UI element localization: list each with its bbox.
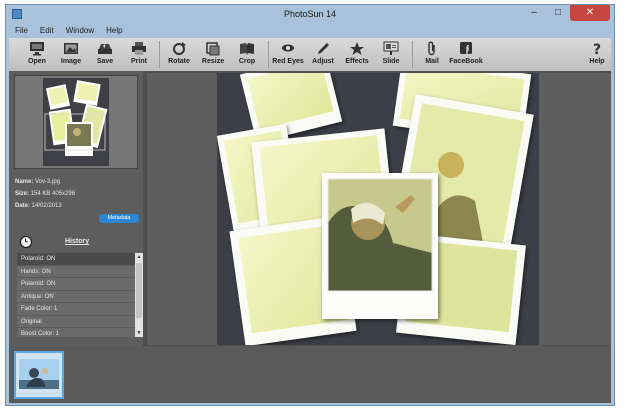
image-canvas[interactable] <box>147 53 611 347</box>
info-date-row: Date: 14/02/2013 <box>15 203 62 209</box>
resize-label: Resize <box>201 58 225 65</box>
save-tray-icon <box>98 44 112 54</box>
menu-bar: File Edit Window Help <box>9 24 611 38</box>
adjust-button[interactable]: Adjust <box>305 40 341 70</box>
menu-edit[interactable]: Edit <box>34 24 60 38</box>
close-button[interactable]: ✕ <box>570 5 610 21</box>
app-icon <box>12 9 22 19</box>
help-button[interactable]: ? Help <box>579 40 615 70</box>
resize-icon <box>206 42 220 56</box>
crop-book-icon <box>240 43 254 55</box>
slide-label: Slide <box>382 58 400 65</box>
red-eyes-label: Red Eyes <box>272 58 304 65</box>
scroll-down-arrow-icon[interactable]: ▼ <box>135 329 143 337</box>
mail-label: Mail <box>425 58 439 65</box>
history-title: History <box>65 238 90 245</box>
history-header: History <box>9 235 143 251</box>
facebook-button[interactable]: FaceBook <box>448 40 484 70</box>
star-icon <box>350 42 364 55</box>
slideshow-icon <box>383 41 399 55</box>
navigator-preview-image <box>43 78 109 166</box>
navigator-thumbnail[interactable] <box>14 75 138 169</box>
crop-label: Crop <box>238 58 256 65</box>
save-label: Save <box>96 58 114 65</box>
toolbar-separator <box>268 41 269 68</box>
effects-label: Effects <box>345 58 369 65</box>
menu-window[interactable]: Window <box>60 24 100 38</box>
window-title: PhotoSun 14 <box>283 9 337 19</box>
monitor-icon <box>30 42 44 56</box>
red-eyes-button[interactable]: Red Eyes <box>270 40 306 70</box>
main-content: Name: Vov-3.jpg Size: 154 KB 405x296 Dat… <box>9 53 611 347</box>
history-item[interactable]: Hands: ON <box>17 266 135 278</box>
history-clock-icon <box>20 236 32 248</box>
slide-button[interactable]: Slide <box>373 40 409 70</box>
image-label: Image <box>60 58 82 65</box>
app-window: PhotoSun 14 – □ ✕ File Edit Window Help … <box>5 4 615 406</box>
history-item[interactable]: Fade Color: 1 <box>17 303 135 316</box>
save-button[interactable]: Save <box>87 40 123 70</box>
file-name-value: Vov-3.jpg <box>35 179 61 185</box>
menu-file[interactable]: File <box>9 24 34 38</box>
open-label: Open <box>28 58 46 65</box>
file-date-value: 14/02/2013 <box>31 203 62 209</box>
image-button[interactable]: Image <box>53 40 89 70</box>
facebook-label: FaceBook <box>449 58 483 65</box>
svg-text:?: ? <box>593 42 601 56</box>
adjust-label: Adjust <box>312 58 334 65</box>
open-button[interactable]: Open <box>19 40 55 70</box>
print-label: Print <box>131 58 147 65</box>
resize-button[interactable]: Resize <box>195 40 231 70</box>
history-item[interactable]: Polaroid: ON <box>17 253 135 266</box>
printer-icon <box>132 42 146 55</box>
eye-icon <box>282 44 294 52</box>
size-label: Size: <box>15 191 30 197</box>
history-item[interactable]: Original <box>17 316 135 328</box>
toolbar-separator <box>159 41 160 68</box>
toolbar: Open Image Save Print Rotate Resize Crop <box>9 38 611 72</box>
file-size-value: 154 KB 405x296 <box>30 191 76 197</box>
rotate-icon <box>173 42 186 55</box>
pencil-icon <box>318 43 329 54</box>
paperclip-icon <box>428 41 435 56</box>
facebook-icon <box>460 42 472 54</box>
history-list: Polaroid: ON Hands: ON Polaroid: ON Anti… <box>17 253 135 337</box>
filmstrip-thumbnail[interactable] <box>14 351 64 399</box>
crop-button[interactable]: Crop <box>229 40 265 70</box>
left-panel: Name: Vov-3.jpg Size: 154 KB 405x296 Dat… <box>9 71 143 346</box>
scrollbar-thumb[interactable] <box>136 263 142 318</box>
info-name-row: Name: Vov-3.jpg <box>15 179 60 185</box>
menu-help[interactable]: Help <box>100 24 128 38</box>
history-scrollbar[interactable]: ▲ ▼ <box>135 253 143 337</box>
scroll-up-arrow-icon[interactable]: ▲ <box>135 253 143 261</box>
minimize-button[interactable]: – <box>522 5 546 21</box>
info-size-row: Size: 154 KB 405x296 <box>15 191 75 197</box>
help-label: Help <box>589 58 605 65</box>
metadata-button[interactable]: Metadata <box>99 214 139 223</box>
toolbar-separator <box>412 41 413 68</box>
name-label: Name: <box>15 179 34 185</box>
window-controls: – □ ✕ <box>522 5 610 21</box>
mail-button[interactable]: Mail <box>414 40 450 70</box>
filmstrip-thumbnail-image <box>19 359 59 389</box>
title-bar: PhotoSun 14 – □ ✕ <box>6 5 614 24</box>
date-label: Date: <box>15 203 31 209</box>
maximize-button[interactable]: □ <box>546 5 570 21</box>
image-icon <box>64 43 78 54</box>
filmstrip <box>9 346 611 403</box>
history-item[interactable]: Antique: ON <box>17 291 135 303</box>
rotate-label: Rotate <box>168 58 190 65</box>
history-item[interactable]: Polaroid: ON <box>17 278 135 291</box>
edited-photo <box>216 53 539 347</box>
print-button[interactable]: Print <box>121 40 157 70</box>
question-icon: ? <box>593 42 601 56</box>
rotate-button[interactable]: Rotate <box>161 40 197 70</box>
history-item[interactable]: Boost Color: 1 <box>17 328 135 337</box>
effects-button[interactable]: Effects <box>339 40 375 70</box>
